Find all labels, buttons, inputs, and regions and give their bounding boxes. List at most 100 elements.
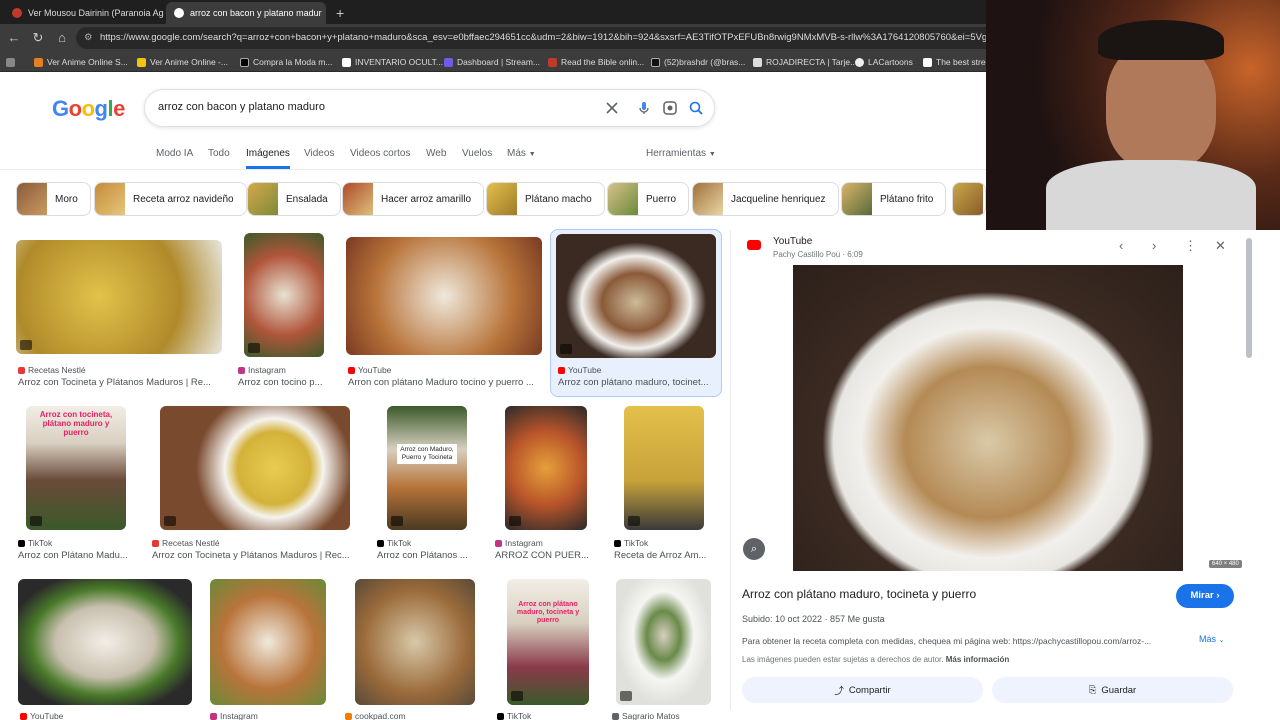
- result-source[interactable]: Instagram: [238, 365, 286, 375]
- lens-icon[interactable]: [662, 100, 678, 116]
- chip-platano-macho[interactable]: Plátano macho: [486, 182, 605, 216]
- chip-arroz-amarillo[interactable]: Hacer arroz amarillo: [342, 182, 485, 216]
- bookmark-item[interactable]: The best strea: [923, 55, 990, 69]
- result-title[interactable]: Receta de Arroz Am...: [614, 550, 714, 561]
- result-image[interactable]: Arroz con plátano maduro, tocineta y pue…: [507, 579, 589, 705]
- result-source[interactable]: YouTube: [348, 365, 391, 375]
- share-button[interactable]: ⤴ Compartir: [742, 677, 983, 703]
- back-icon[interactable]: ←: [6, 30, 22, 46]
- result-source[interactable]: TikTok: [497, 711, 531, 720]
- tab-title: arroz con bacon y platano madur: [190, 8, 322, 18]
- tab-google-search[interactable]: arroz con bacon y platano madur ✕: [166, 2, 326, 24]
- result-title[interactable]: Arroz con tocino p...: [238, 377, 328, 388]
- tab-web[interactable]: Web: [426, 148, 446, 159]
- tab-videos-cortos[interactable]: Videos cortos: [350, 148, 410, 159]
- bookmark-item[interactable]: LACartoons: [855, 55, 913, 69]
- result-title[interactable]: ARROZ CON PUER...: [495, 550, 591, 561]
- search-input[interactable]: arroz con bacon y platano maduro: [158, 101, 325, 113]
- result-source[interactable]: TikTok: [377, 538, 411, 548]
- tab-anime[interactable]: Ver Mousou Dairinin (Paranoia Ag ✕: [4, 2, 164, 24]
- result-title[interactable]: Arroz con Plátanos ...: [377, 550, 475, 561]
- more-button[interactable]: Más ⌄: [1199, 634, 1224, 644]
- preview-image[interactable]: [793, 265, 1183, 571]
- result-image[interactable]: Arroz con Maduro, Puerro y Tocineta: [387, 406, 467, 530]
- next-icon[interactable]: ›: [1152, 238, 1156, 253]
- bookmark-item[interactable]: (52)brashdr (@bras...: [651, 55, 745, 69]
- clear-icon[interactable]: [604, 100, 620, 116]
- chip-thumbnail: [842, 183, 872, 215]
- result-source[interactable]: cookpad.com: [345, 711, 406, 720]
- result-source[interactable]: TikTok: [18, 538, 52, 548]
- result-source[interactable]: YouTube: [558, 365, 601, 375]
- bookmark-item[interactable]: INVENTARIO OCULT...: [342, 55, 443, 69]
- tab-vuelos[interactable]: Vuelos: [462, 148, 492, 159]
- search-box[interactable]: arroz con bacon y platano maduro: [144, 89, 715, 127]
- site-info-icon[interactable]: ⚙: [84, 27, 93, 49]
- result-source[interactable]: YouTube: [20, 711, 63, 720]
- result-source[interactable]: Recetas Nestlé: [18, 365, 86, 375]
- result-source[interactable]: Instagram: [495, 538, 543, 548]
- chip-receta-navideno[interactable]: Receta arroz navideño: [94, 182, 247, 216]
- result-image[interactable]: [160, 406, 350, 530]
- tab-modo-ia[interactable]: Modo IA: [156, 148, 193, 159]
- chip-platano-frito[interactable]: Plátano frito: [841, 182, 947, 216]
- play-icon: [628, 516, 640, 526]
- save-button[interactable]: ⎘ Guardar: [992, 677, 1233, 703]
- panel-scrollbar[interactable]: [1246, 238, 1252, 358]
- previous-icon[interactable]: ‹: [1119, 238, 1123, 253]
- result-title[interactable]: Arron con plátano Maduro tocino y puerro…: [348, 377, 543, 388]
- tools-button[interactable]: Herramientas ▼: [646, 148, 716, 159]
- bookmark-item[interactable]: Ver Anime Online -...: [137, 55, 228, 69]
- result-image[interactable]: [18, 579, 192, 705]
- microphone-icon[interactable]: [636, 100, 652, 116]
- result-image[interactable]: [244, 233, 324, 357]
- bookmark-item[interactable]: ROJADIRECTA | Tarje...: [753, 55, 857, 69]
- home-icon[interactable]: ⌂: [54, 30, 70, 46]
- reload-icon[interactable]: ↻: [30, 30, 46, 46]
- result-source[interactable]: Sagrario Matos: [612, 711, 680, 720]
- bookmark-item[interactable]: Dashboard | Stream...: [444, 55, 540, 69]
- chip-puerro[interactable]: Puerro: [607, 182, 690, 216]
- result-image[interactable]: [210, 579, 326, 705]
- result-title[interactable]: Arroz con Tocineta y Plátanos Maduros | …: [152, 550, 354, 561]
- result-image[interactable]: [355, 579, 475, 705]
- chip-ensalada[interactable]: Ensalada: [247, 182, 341, 216]
- tab-mas[interactable]: Más ▼: [507, 148, 536, 159]
- bookmark-item[interactable]: Ver Anime Online S...: [34, 55, 128, 69]
- result-image[interactable]: [505, 406, 587, 530]
- result-source[interactable]: Instagram: [210, 711, 258, 720]
- result-source[interactable]: TikTok: [614, 538, 648, 548]
- bookmark-favicon-icon: [137, 57, 146, 67]
- google-logo[interactable]: Google: [52, 96, 125, 122]
- bookmark-item[interactable]: Read the Bible onlin...: [548, 55, 644, 69]
- bookmarks-menu-icon[interactable]: [6, 55, 19, 69]
- result-image[interactable]: Arroz con tocineta, plátano maduro y pue…: [26, 406, 126, 530]
- result-image[interactable]: [346, 237, 542, 355]
- result-image[interactable]: [556, 234, 716, 358]
- bookmark-item[interactable]: Compra la Moda m...: [240, 55, 332, 69]
- panel-title[interactable]: Arroz con plátano maduro, tocineta y pue…: [742, 587, 976, 601]
- result-image[interactable]: [16, 240, 222, 354]
- tab-videos[interactable]: Videos: [304, 148, 334, 159]
- mirar-button[interactable]: Mirar ›: [1176, 584, 1234, 608]
- chip-more[interactable]: [952, 182, 986, 216]
- new-tab-button[interactable]: +: [328, 2, 350, 24]
- result-image[interactable]: [616, 579, 711, 705]
- tab-todo[interactable]: Todo: [208, 148, 230, 159]
- chip-moro[interactable]: Moro: [16, 182, 91, 216]
- result-title[interactable]: Arroz con Tocineta y Plátanos Maduros | …: [18, 377, 218, 388]
- more-info-link[interactable]: Más información: [946, 655, 1010, 664]
- address-bar[interactable]: ⚙ https://www.google.com/search?q=arroz+…: [76, 27, 996, 49]
- panel-source[interactable]: YouTube: [773, 236, 812, 247]
- result-image[interactable]: [624, 406, 704, 530]
- result-title[interactable]: Arroz con Plátano Madu...: [18, 550, 136, 561]
- result-title[interactable]: Arroz con plátano maduro, tocinet...: [558, 377, 714, 388]
- tab-imagenes[interactable]: Imágenes: [246, 148, 290, 169]
- search-icon[interactable]: [688, 100, 704, 116]
- close-icon[interactable]: ✕: [1215, 238, 1226, 254]
- lens-search-icon[interactable]: ⌕: [743, 538, 765, 560]
- source-icon: [152, 539, 159, 547]
- chip-jacqueline[interactable]: Jacqueline henriquez: [692, 182, 839, 216]
- result-source[interactable]: Recetas Nestlé: [152, 538, 220, 548]
- more-options-icon[interactable]: ⋮: [1184, 238, 1197, 254]
